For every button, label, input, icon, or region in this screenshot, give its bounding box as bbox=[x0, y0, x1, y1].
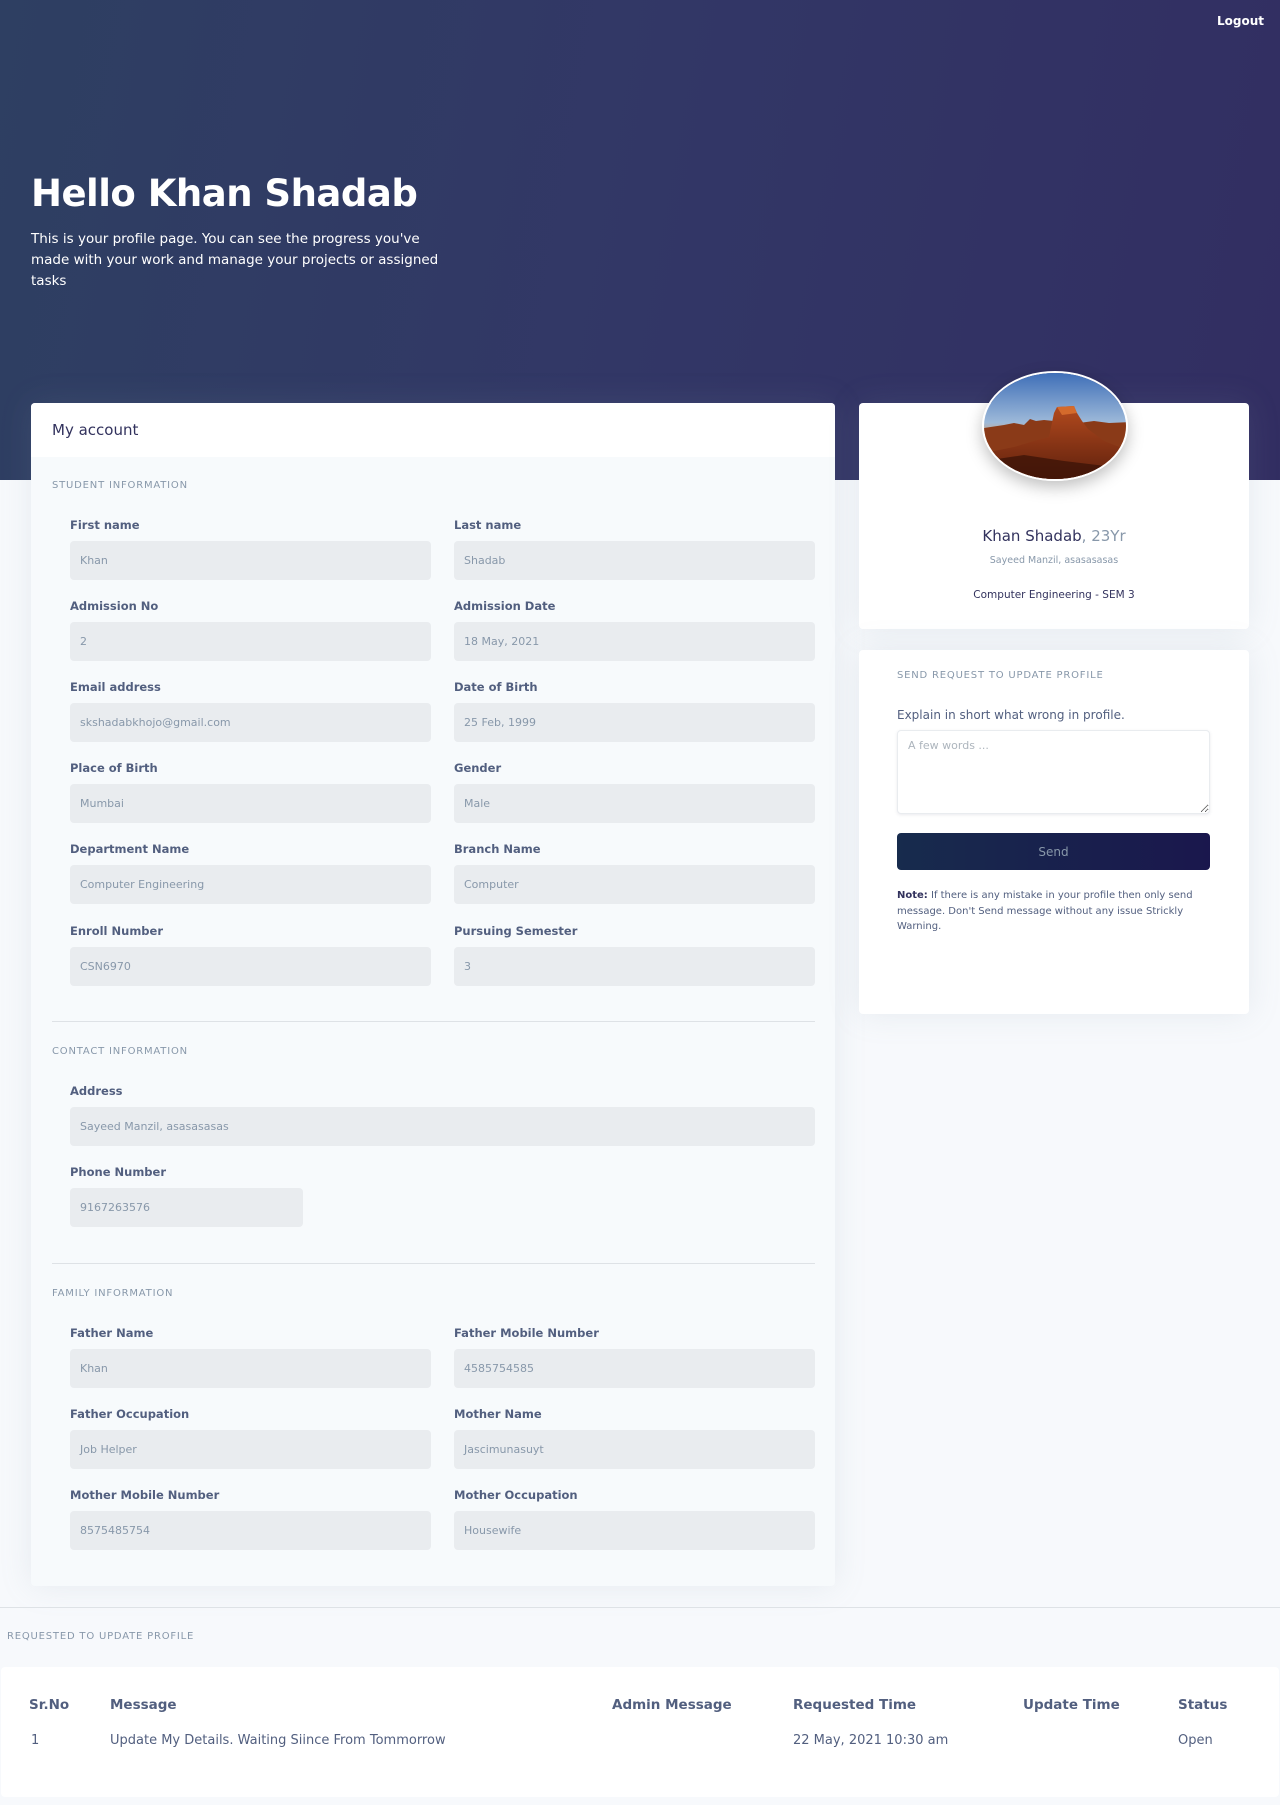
enroll-group: Enroll Number CSN6970 bbox=[70, 924, 431, 986]
mother-mobile-group: Mother Mobile Number 8575485754 bbox=[70, 1488, 431, 1550]
cell-status: Open bbox=[1178, 1733, 1213, 1748]
student-info-heading: Student information bbox=[52, 480, 188, 491]
email-group: Email address skshadabkhojo@gmail.com bbox=[70, 680, 431, 742]
father-name-label: Father Name bbox=[70, 1326, 154, 1340]
requests-section-title: Requested to update profile bbox=[7, 1631, 195, 1642]
address-group: Address Sayeed Manzil, asasasasas bbox=[70, 1084, 815, 1146]
phone-field[interactable]: 9167263576 bbox=[70, 1188, 303, 1227]
place-of-birth-field[interactable]: Mumbai bbox=[70, 784, 431, 823]
mother-mobile-field[interactable]: 8575485754 bbox=[70, 1511, 431, 1550]
note-label: Note: bbox=[897, 890, 928, 901]
address-label: Address bbox=[70, 1084, 123, 1098]
department-label: Department Name bbox=[70, 842, 190, 856]
first-name-group: First name Khan bbox=[70, 518, 431, 580]
gender-field[interactable]: Male bbox=[454, 784, 815, 823]
enroll-label: Enroll Number bbox=[70, 924, 163, 938]
avatar-image bbox=[984, 373, 1126, 479]
father-occupation-field[interactable]: Job Helper bbox=[70, 1430, 431, 1469]
admission-no-group: Admission No 2 bbox=[70, 599, 431, 661]
divider bbox=[0, 1607, 1280, 1608]
first-name-field[interactable]: Khan bbox=[70, 541, 431, 580]
department-group: Department Name Computer Engineering bbox=[70, 842, 431, 904]
mother-name-group: Mother Name Jascimunasuyt bbox=[454, 1407, 815, 1469]
card-title: My account bbox=[31, 403, 835, 457]
profile-address: Sayeed Manzil, asasasasas bbox=[989, 555, 1119, 566]
requests-table: Sr.No Message Admin Message Requested Ti… bbox=[1, 1667, 1279, 1797]
father-occupation-label: Father Occupation bbox=[70, 1407, 190, 1421]
logout-link[interactable]: Logout bbox=[1217, 14, 1264, 28]
column-header-admin-message: Admin Message bbox=[612, 1697, 732, 1713]
my-account-card: My account Student information First nam… bbox=[31, 403, 835, 1586]
father-mobile-label: Father Mobile Number bbox=[454, 1326, 599, 1340]
profile-name: Khan Shadab, 23Yr bbox=[859, 527, 1249, 545]
request-prompt-label: Explain in short what wrong in profile. bbox=[897, 708, 1125, 722]
contact-info-heading: Contact information bbox=[52, 1046, 188, 1057]
branch-label: Branch Name bbox=[454, 842, 541, 856]
avatar[interactable] bbox=[982, 371, 1128, 481]
last-name-label: Last name bbox=[454, 518, 522, 532]
father-name-field[interactable]: Khan bbox=[70, 1349, 431, 1388]
address-field[interactable]: Sayeed Manzil, asasasasas bbox=[70, 1107, 815, 1146]
divider bbox=[52, 1021, 815, 1022]
first-name-label: First name bbox=[70, 518, 140, 532]
mother-name-label: Mother Name bbox=[454, 1407, 542, 1421]
update-request-card: Send request to update profile Explain i… bbox=[859, 650, 1249, 1014]
dob-group: Date of Birth 25 Feb, 1999 bbox=[454, 680, 815, 742]
family-info-heading: Family information bbox=[52, 1288, 174, 1299]
request-form-title: Send request to update profile bbox=[897, 670, 1104, 681]
column-header-status: Status bbox=[1178, 1697, 1228, 1713]
father-mobile-group: Father Mobile Number 4585754585 bbox=[454, 1326, 815, 1388]
mother-occupation-group: Mother Occupation Housewife bbox=[454, 1488, 815, 1550]
father-name-group: Father Name Khan bbox=[70, 1326, 431, 1388]
place-of-birth-label: Place of Birth bbox=[70, 761, 158, 775]
profile-age: , 23Yr bbox=[1081, 527, 1126, 545]
send-button[interactable]: Send bbox=[897, 833, 1210, 870]
branch-field[interactable]: Computer bbox=[454, 865, 815, 904]
mother-mobile-label: Mother Mobile Number bbox=[70, 1488, 220, 1502]
profile-name-text: Khan Shadab bbox=[982, 527, 1082, 545]
gender-label: Gender bbox=[454, 761, 502, 775]
request-note: Note: If there is any mistake in your pr… bbox=[897, 888, 1210, 935]
cell-message: Update My Details. Waiting Siince From T… bbox=[110, 1733, 446, 1748]
mother-occupation-label: Mother Occupation bbox=[454, 1488, 578, 1502]
admission-date-group: Admission Date 18 May, 2021 bbox=[454, 599, 815, 661]
last-name-field[interactable]: Shadab bbox=[454, 541, 815, 580]
dob-field[interactable]: 25 Feb, 1999 bbox=[454, 703, 815, 742]
email-field[interactable]: skshadabkhojo@gmail.com bbox=[70, 703, 431, 742]
semester-field[interactable]: 3 bbox=[454, 947, 815, 986]
admission-no-label: Admission No bbox=[70, 599, 159, 613]
profile-card: Khan Shadab, 23Yr Sayeed Manzil, asasasa… bbox=[859, 371, 1249, 629]
divider bbox=[52, 1263, 815, 1264]
place-of-birth-group: Place of Birth Mumbai bbox=[70, 761, 431, 823]
column-header-message: Message bbox=[110, 1697, 177, 1713]
enroll-field[interactable]: CSN6970 bbox=[70, 947, 431, 986]
email-label: Email address bbox=[70, 680, 161, 694]
mother-occupation-field[interactable]: Housewife bbox=[454, 1511, 815, 1550]
father-occupation-group: Father Occupation Job Helper bbox=[70, 1407, 431, 1469]
last-name-group: Last name Shadab bbox=[454, 518, 815, 580]
department-field[interactable]: Computer Engineering bbox=[70, 865, 431, 904]
phone-group: Phone Number 9167263576 bbox=[70, 1165, 303, 1227]
cell-sr-no: 1 bbox=[31, 1733, 40, 1748]
request-message-input[interactable] bbox=[897, 730, 1210, 814]
column-header-update-time: Update Time bbox=[1023, 1697, 1120, 1713]
column-header-sr-no: Sr.No bbox=[29, 1697, 70, 1713]
page-description: This is your profile page. You can see t… bbox=[31, 231, 439, 289]
semester-group: Pursuing Semester 3 bbox=[454, 924, 815, 986]
page-title: Hello Khan Shadab bbox=[31, 172, 418, 215]
mother-name-field[interactable]: Jascimunasuyt bbox=[454, 1430, 815, 1469]
profile-department: Computer Engineering - SEM 3 bbox=[973, 589, 1135, 601]
column-header-requested-time: Requested Time bbox=[793, 1697, 917, 1713]
phone-label: Phone Number bbox=[70, 1165, 167, 1179]
branch-group: Branch Name Computer bbox=[454, 842, 815, 904]
note-text: If there is any mistake in your profile … bbox=[897, 890, 1193, 932]
admission-date-field[interactable]: 18 May, 2021 bbox=[454, 622, 815, 661]
admission-no-field[interactable]: 2 bbox=[70, 622, 431, 661]
dob-label: Date of Birth bbox=[454, 680, 538, 694]
semester-label: Pursuing Semester bbox=[454, 924, 578, 938]
gender-group: Gender Male bbox=[454, 761, 815, 823]
father-mobile-field[interactable]: 4585754585 bbox=[454, 1349, 815, 1388]
admission-date-label: Admission Date bbox=[454, 599, 556, 613]
cell-requested-time: 22 May, 2021 10:30 am bbox=[793, 1733, 949, 1748]
